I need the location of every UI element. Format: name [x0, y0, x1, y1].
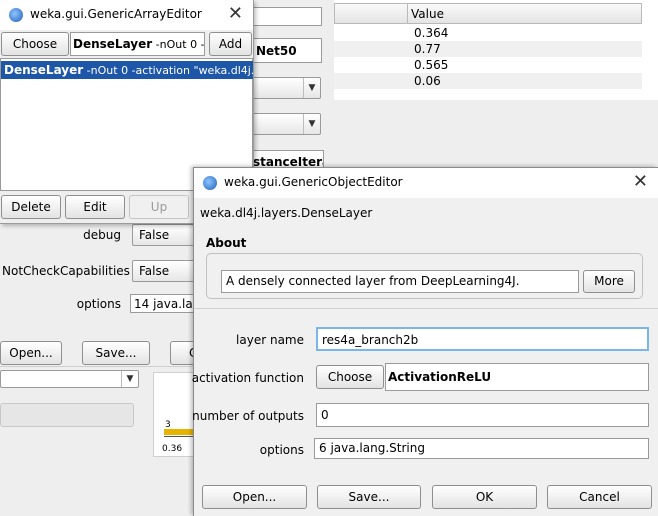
table-cell: 0.77: [414, 42, 441, 56]
capabilities-label: NotCheckCapabilities: [2, 264, 130, 278]
layer-name-field[interactable]: res4a_branch2b: [316, 327, 649, 351]
cancel-button[interactable]: Cancel: [547, 485, 652, 509]
activation-value: ActivationReLU: [388, 370, 492, 384]
lower-divider: [0, 366, 200, 367]
table-row[interactable]: 0.77: [334, 41, 642, 57]
background-open-button[interactable]: Open...: [0, 341, 62, 365]
open-label: Open...: [232, 490, 277, 504]
column-divider: [407, 4, 408, 23]
save-button[interactable]: Save...: [317, 485, 421, 509]
background-combo-2[interactable]: ▼: [252, 113, 321, 135]
number-of-outputs-field[interactable]: 0: [316, 403, 649, 427]
app-icon: [203, 176, 217, 190]
window-title: weka.gui.GenericArrayEditor: [30, 7, 202, 21]
choose-label: Choose: [12, 37, 58, 51]
array-item-field[interactable]: DenseLayer -nOut 0 -ac: [70, 32, 205, 56]
tick-label: 0.36: [162, 444, 183, 454]
chevron-down-icon: ▼: [303, 114, 320, 134]
save-label: Save...: [95, 346, 137, 360]
options-value: 14 java.lang: [134, 297, 195, 311]
delete-button[interactable]: Delete: [1, 195, 61, 219]
add-button[interactable]: Add: [209, 32, 252, 56]
more-label: More: [594, 274, 624, 288]
table-cell: 0.364: [414, 26, 449, 40]
background-options-field[interactable]: 14 java.lang: [130, 294, 196, 313]
table-row[interactable]: 0.06: [334, 73, 642, 89]
list-item-class: DenseLayer: [4, 63, 84, 77]
about-text: A densely connected layer from DeepLearn…: [226, 274, 520, 288]
window-title: weka.gui.GenericObjectEditor: [224, 175, 403, 189]
about-heading: About: [206, 236, 247, 250]
net-label: Net50: [256, 44, 297, 58]
options-field[interactable]: 6 java.lang.String: [314, 438, 649, 459]
ok-label: OK: [475, 490, 494, 504]
activation-function-label: activation function: [191, 371, 304, 385]
table-row[interactable]: 0.565: [334, 57, 642, 73]
background-combo-1[interactable]: ▼: [252, 77, 321, 99]
about-text-field: A densely connected layer from DeepLearn…: [221, 270, 579, 293]
number-of-outputs-label: number of outputs: [192, 409, 304, 423]
column-header-value: Value: [411, 7, 444, 21]
results-table: Value 0.364 0.77 0.565 0.06: [334, 0, 658, 100]
debug-label: debug: [83, 228, 121, 242]
outputs-value: 0: [321, 408, 329, 422]
layer-name-value: res4a_branch2b: [322, 333, 419, 347]
field-options: -nOut 0 -ac: [155, 38, 205, 51]
options-label: options: [76, 297, 121, 311]
activation-field[interactable]: ActivationReLU: [385, 363, 649, 391]
edit-label: Edit: [83, 200, 107, 214]
activation-choose-label: Choose: [327, 370, 373, 384]
object-editor-window: weka.gui.GenericObjectEditor ✕ weka.dl4j…: [191, 167, 658, 516]
field-class-name: DenseLayer: [73, 37, 153, 51]
close-icon[interactable]: ✕: [228, 3, 243, 24]
up-button: Up: [129, 195, 189, 219]
open-button[interactable]: Open...: [202, 485, 307, 509]
capabilities-value: False: [139, 264, 170, 278]
debug-value: False: [139, 228, 170, 242]
lower-disabled-field: [0, 403, 134, 427]
background-save-button[interactable]: Save...: [82, 341, 150, 365]
choose-button[interactable]: Choose: [1, 32, 69, 56]
options-value: 6 java.lang.String: [319, 441, 425, 455]
background-net-field[interactable]: Net50: [252, 38, 322, 63]
table-cell: 0.06: [414, 74, 441, 88]
table-cell: 0.565: [414, 58, 449, 72]
list-item[interactable]: DenseLayer -nOut 0 -activation "weka.dl4…: [1, 61, 253, 79]
capabilities-combo[interactable]: False: [132, 260, 196, 282]
chevron-down-icon: ▼: [121, 371, 138, 387]
lower-combo[interactable]: ▼: [0, 370, 139, 388]
delete-label: Delete: [11, 200, 51, 214]
options-label: options: [259, 443, 304, 457]
layer-name-label: layer name: [236, 333, 304, 347]
activation-choose-button[interactable]: Choose: [316, 365, 384, 389]
app-icon: [9, 8, 23, 22]
save-label: Save...: [348, 490, 390, 504]
chevron-down-icon: ▼: [303, 78, 320, 98]
edit-button[interactable]: Edit: [65, 195, 125, 219]
close-icon[interactable]: ✕: [633, 171, 648, 192]
more-button[interactable]: More: [583, 270, 635, 293]
up-label: Up: [150, 200, 168, 214]
table-row[interactable]: 0.364: [334, 25, 642, 41]
debug-combo[interactable]: False: [132, 224, 196, 246]
open-label: Open...: [9, 346, 53, 360]
list-item-options: -nOut 0 -activation "weka.dl4j.act: [83, 64, 253, 77]
class-name-label: weka.dl4j.layers.DenseLayer: [200, 206, 373, 220]
array-editor-titlebar[interactable]: weka.gui.GenericArrayEditor ✕: [0, 0, 253, 30]
background-field-top[interactable]: [252, 7, 322, 26]
ok-button[interactable]: OK: [432, 485, 537, 509]
add-label: Add: [218, 37, 243, 51]
table-header: Value: [334, 3, 642, 24]
about-panel: A densely connected layer from DeepLearn…: [206, 253, 643, 299]
cancel-label: Cancel: [579, 490, 620, 504]
object-editor-titlebar[interactable]: weka.gui.GenericObjectEditor ✕: [194, 168, 658, 198]
